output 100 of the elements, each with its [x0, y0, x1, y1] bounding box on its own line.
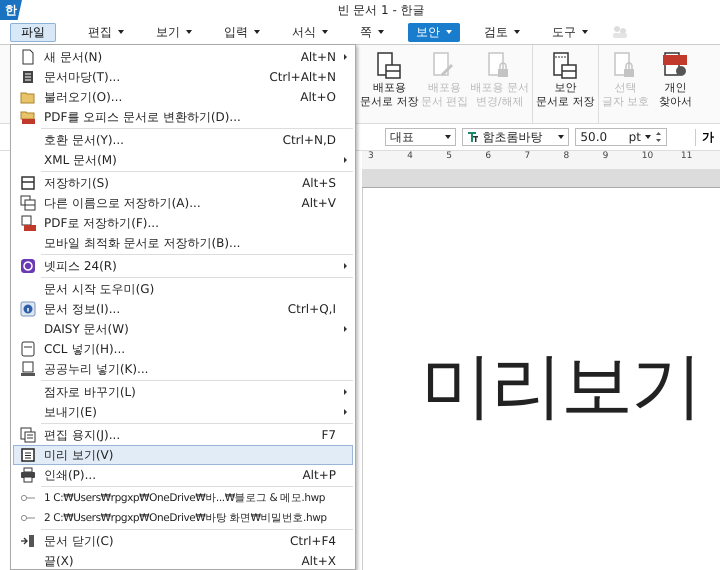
menu-item-label: 문서 정보(I)...	[43, 300, 122, 318]
menu-item[interactable]: 모바일 최적화 문서로 저장하기(B)...	[13, 233, 353, 253]
shortcut-text: Alt+V	[301, 196, 337, 210]
menu-tab[interactable]: 보기	[148, 22, 200, 42]
menu-item-label: 2 C:₩Users₩rpgxp₩OneDrive₩바탕 화면₩비밀번호.hwp	[43, 511, 328, 525]
ribbon-button[interactable]: 보안 문서로 저장	[535, 45, 596, 123]
info-icon	[20, 301, 36, 317]
page-badge-icon	[20, 361, 36, 377]
menu-item-label: 호환 문서(Y)...	[43, 132, 125, 148]
char-shape-button[interactable]: 가	[695, 128, 720, 146]
menu-item-label: 공공누리 넣기(K)...	[43, 360, 150, 378]
menu-item[interactable]: 보내기(E)	[13, 402, 353, 422]
floppy-pdf-icon	[20, 215, 36, 231]
menu-item[interactable]: 끝(X) Alt+X	[13, 551, 353, 570]
shortcut-text: Ctrl+Alt+N	[269, 70, 337, 84]
menu-item[interactable]: DAISY 문서(W)	[13, 319, 353, 339]
menu-item-label: 저장하기(S)	[43, 174, 110, 192]
document-lines-icon	[20, 447, 36, 463]
menu-item[interactable]: 문서마당(T)... Ctrl+Alt+N	[13, 67, 353, 87]
menu-item-label: 1 C:₩Users₩rpgxp₩OneDrive₩바...₩블로그 & 메모.hwp	[43, 491, 326, 505]
menu-item-label: PDF를 오피스 문서로 변환하기(D)...	[43, 108, 242, 126]
shortcut-text: Ctrl+Q,I	[288, 302, 337, 316]
menu-item[interactable]: 편집 용지(J)... F7	[13, 425, 353, 445]
caret-icon	[582, 30, 588, 34]
caret-icon	[378, 30, 384, 34]
menu-item[interactable]: 문서 정보(I)... Ctrl+Q,I	[13, 299, 353, 319]
menu-item-label: 편집 용지(J)...	[43, 426, 122, 444]
shortcut-text: Alt+O	[300, 90, 337, 104]
menu-item-label: 미리 보기(V)	[43, 446, 114, 464]
font-type-icon	[466, 131, 479, 143]
caret-icon	[558, 135, 564, 139]
menu-item-label: DAISY 문서(W)	[43, 320, 130, 338]
caret-icon	[254, 30, 260, 34]
stacked-pages-icon	[20, 427, 36, 443]
printer-icon	[20, 467, 36, 483]
shortcut-text: Alt+X	[301, 554, 337, 568]
menu-item[interactable]: 1 C:₩Users₩rpgxp₩OneDrive₩바...₩블로그 & 메모.hwp	[13, 488, 353, 508]
floppy-disks-icon	[20, 195, 36, 211]
pin-icon	[20, 514, 36, 522]
caret-icon	[446, 30, 452, 34]
menu-item[interactable]: XML 문서(M)	[13, 150, 353, 170]
circle-logo-icon	[20, 258, 36, 274]
menu-item-label: XML 문서(M)	[43, 152, 118, 168]
menu-item-label: 문서마당(T)...	[43, 68, 122, 86]
menu-item-label: 인쇄(P)...	[43, 466, 98, 484]
menu-item[interactable]: 불러오기(O)... Alt+O	[13, 87, 353, 107]
ribbon-button[interactable]: 개인 찾아서	[650, 45, 700, 123]
caret-icon	[645, 135, 651, 139]
menu-tab[interactable]: 입력	[216, 22, 268, 42]
shortcut-text: Alt+P	[302, 468, 337, 482]
font-dropdown[interactable]: 함초롬바탕	[462, 128, 570, 146]
menu-item-label: CCL 넣기(H)...	[43, 340, 126, 358]
exit-door-icon	[20, 533, 36, 549]
menu-item[interactable]: 넷피스 24(R)	[13, 256, 353, 276]
spinner-arrows-icon[interactable]	[655, 131, 662, 143]
menu-item[interactable]: 새 문서(N) Alt+N	[13, 47, 353, 67]
menu-item-label: 끝(X)	[43, 552, 75, 570]
shortcut-text: Ctrl+N,D	[282, 133, 337, 147]
menu-tab[interactable]: 편집	[80, 22, 132, 42]
menu-item[interactable]: PDF로 저장하기(F)...	[13, 213, 353, 233]
menu-item[interactable]: 인쇄(P)... Alt+P	[13, 465, 353, 485]
app-logo: 한	[0, 0, 22, 20]
style-dropdown[interactable]: 대표	[385, 128, 456, 146]
menu-item[interactable]: 2 C:₩Users₩rpgxp₩OneDrive₩바탕 화면₩비밀번호.hwp	[13, 508, 353, 528]
menu-item[interactable]: 다른 이름으로 저장하기(A)... Alt+V	[13, 193, 353, 213]
file-menu-button[interactable]: 파일	[10, 22, 56, 42]
menu-item[interactable]: 점자로 바꾸기(L)	[13, 382, 353, 402]
document-text: 미리보기	[421, 342, 701, 429]
shortcut-text: Ctrl+F4	[290, 534, 337, 548]
blank-page-icon	[20, 49, 36, 65]
menu-tab[interactable]: 보안	[408, 22, 460, 42]
menu-item-label: 불러오기(O)...	[43, 88, 124, 106]
menu-tab[interactable]: 쪽	[352, 22, 392, 42]
menu-tab[interactable]: 도구	[544, 22, 596, 42]
document-list-icon	[20, 69, 36, 85]
menu-item[interactable]: 공공누리 넣기(K)...	[13, 359, 353, 379]
menu-tab[interactable]: 검토	[476, 22, 528, 42]
menu-item[interactable]: CCL 넣기(H)...	[13, 339, 353, 359]
menu-item[interactable]: 미리 보기(V)	[13, 445, 353, 465]
menu-item-label: 보내기(E)	[43, 404, 98, 420]
menu-item-label: 점자로 바꾸기(L)	[43, 384, 137, 400]
menu-item-label: 넷피스 24(R)	[43, 258, 118, 274]
ruler: 3 4 5 6 7 8 9 10 11	[362, 151, 720, 188]
menu-item[interactable]: 저장하기(S) Alt+S	[13, 173, 353, 193]
ribbon-button[interactable]: 배포용 문서로 저장	[359, 45, 420, 123]
ccl-badge-icon	[20, 341, 36, 357]
font-size-field[interactable]: 50.0 pt	[575, 128, 667, 146]
menu-item-label: 문서 시작 도우미(G)	[43, 280, 156, 298]
caret-icon	[118, 30, 124, 34]
menu-tab[interactable]: 서식	[284, 22, 336, 42]
menu-item[interactable]: 문서 닫기(C) Ctrl+F4	[13, 531, 353, 551]
menu-item[interactable]: 호환 문서(Y)... Ctrl+N,D	[13, 130, 353, 150]
caret-icon	[186, 30, 192, 34]
menu-item[interactable]: 문서 시작 도우미(G)	[13, 279, 353, 299]
shortcut-text: Alt+N	[300, 50, 337, 64]
caret-icon	[514, 30, 520, 34]
menu-item[interactable]: PDF를 오피스 문서로 변환하기(D)...	[13, 107, 353, 127]
window-title: 빈 문서 1 - 한글	[336, 2, 426, 18]
shortcut-text: F7	[321, 428, 337, 442]
caret-icon	[444, 135, 451, 139]
